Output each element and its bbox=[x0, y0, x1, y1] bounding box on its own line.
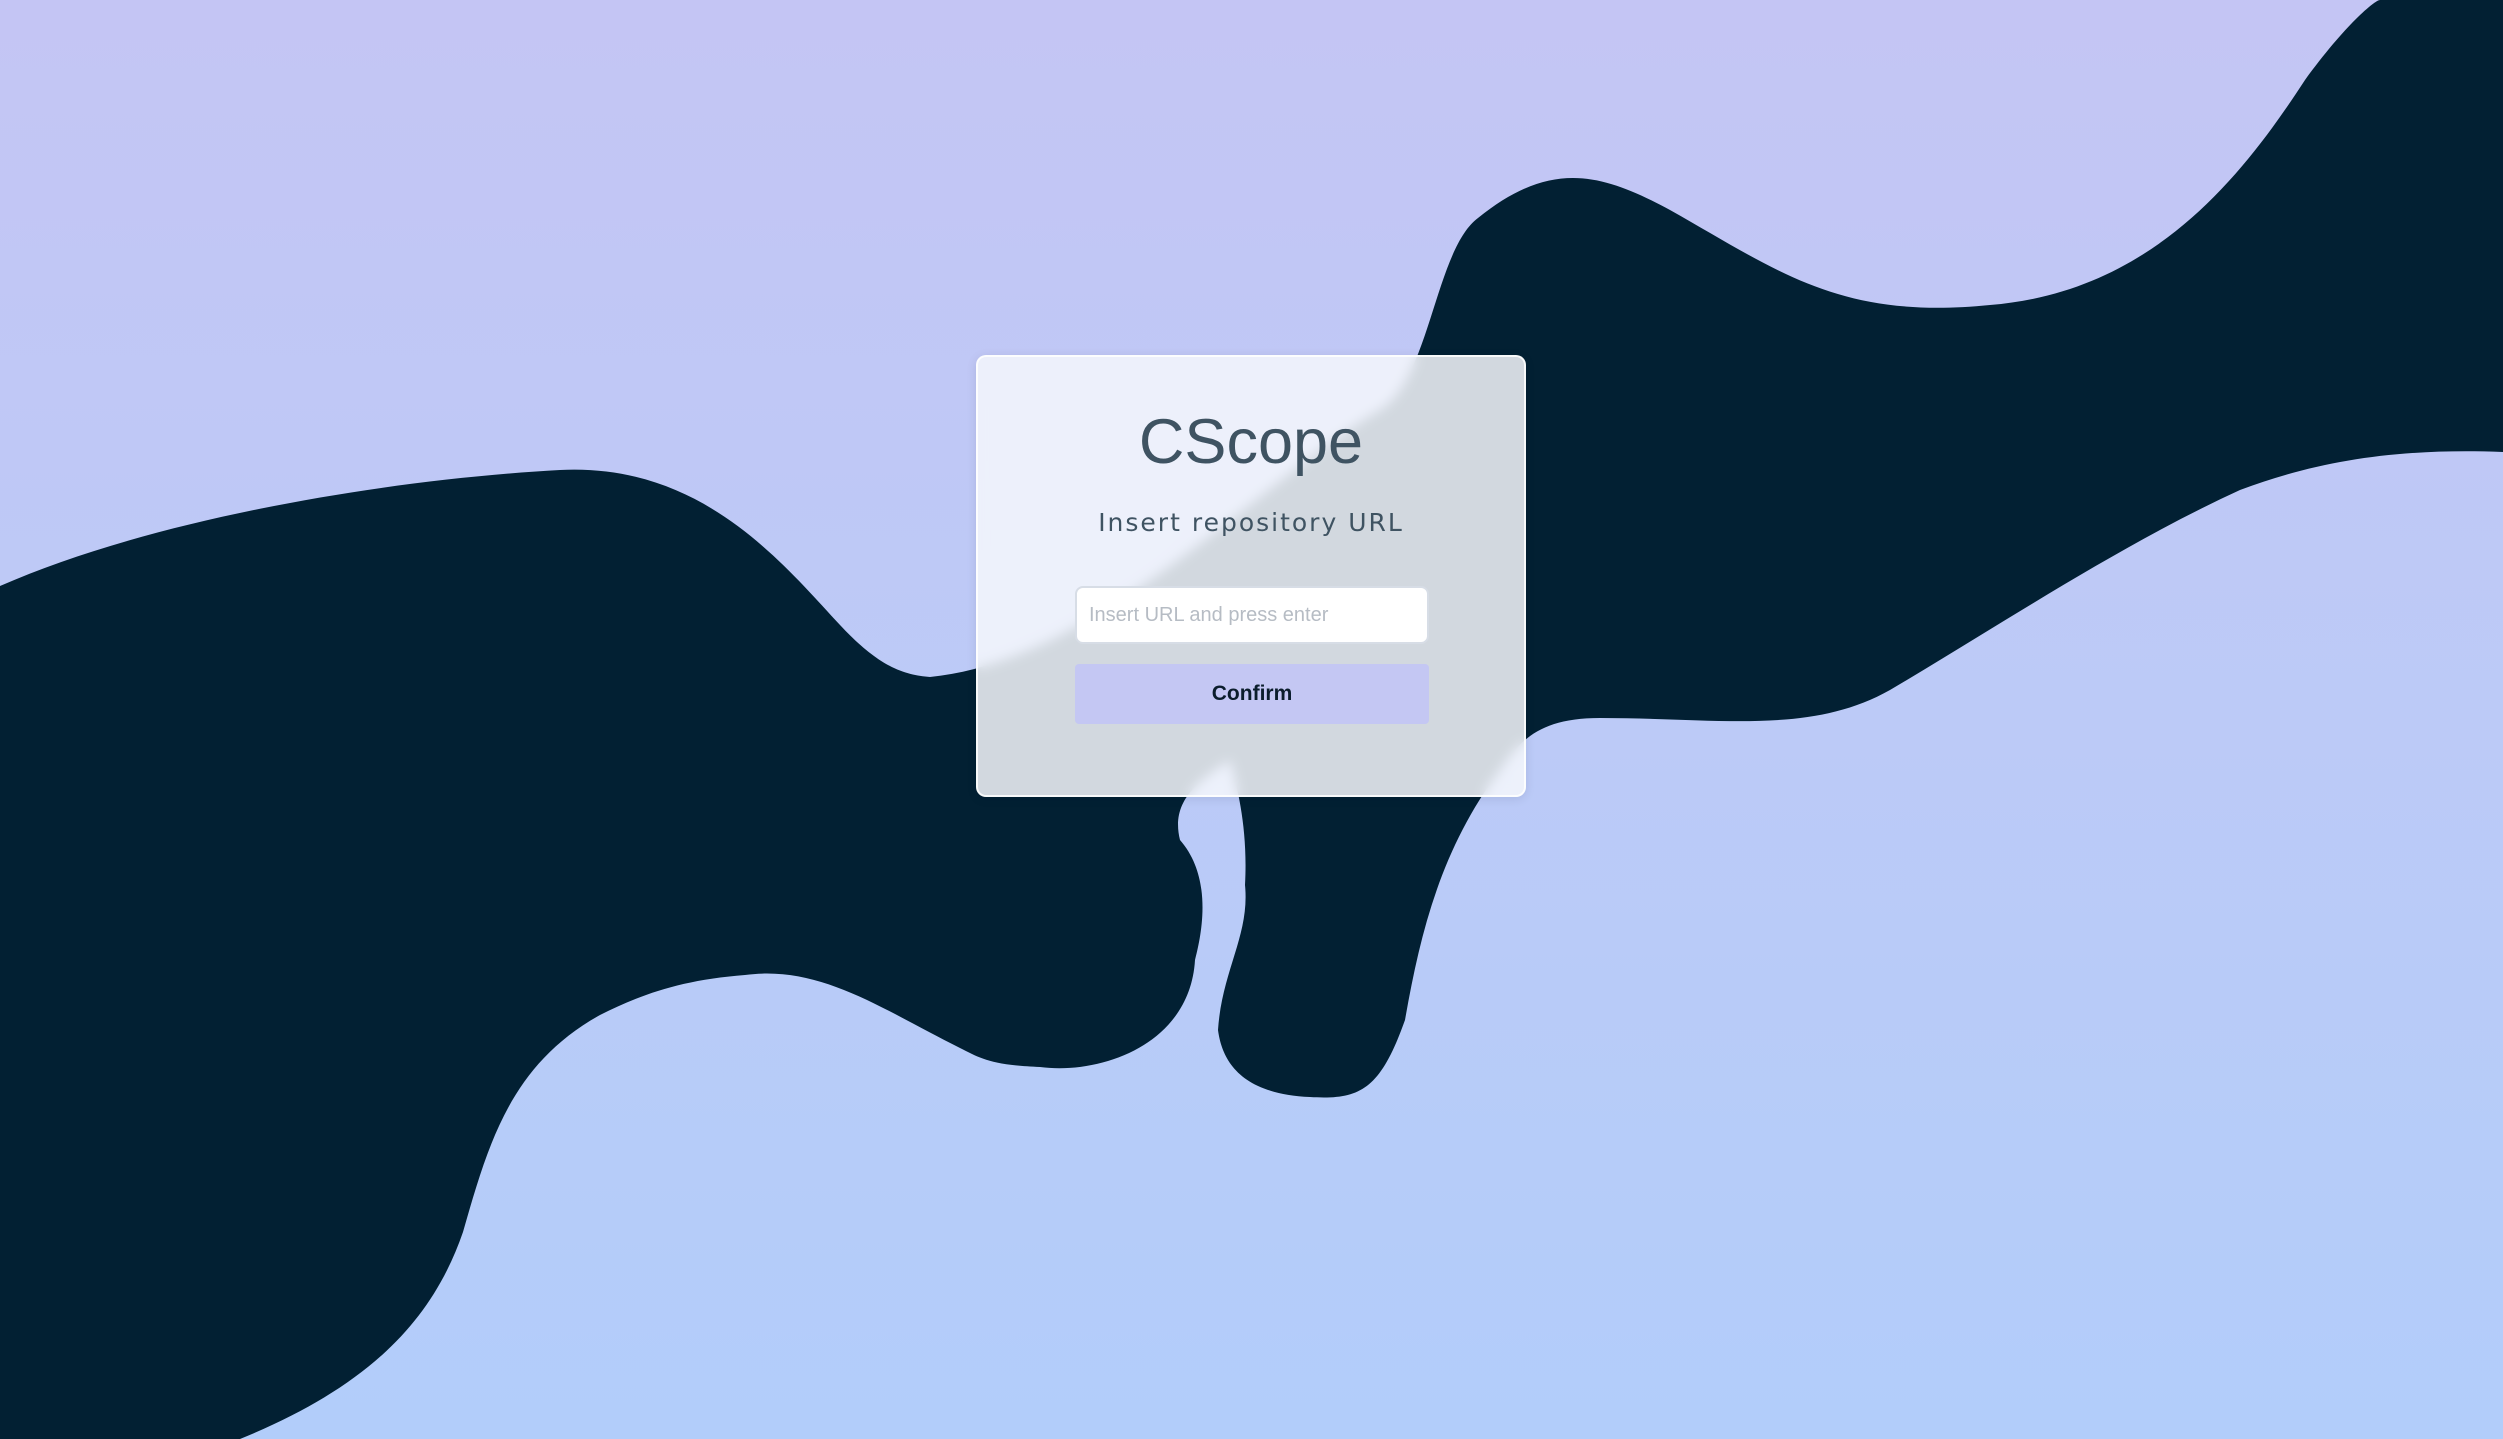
subtitle: Insert repository URL bbox=[1098, 508, 1404, 537]
repository-url-card: CScope Insert repository URL Confirm bbox=[976, 355, 1526, 797]
confirm-button[interactable]: Confirm bbox=[1075, 664, 1429, 724]
url-input[interactable] bbox=[1075, 586, 1429, 644]
app-title: CScope bbox=[1138, 407, 1364, 477]
